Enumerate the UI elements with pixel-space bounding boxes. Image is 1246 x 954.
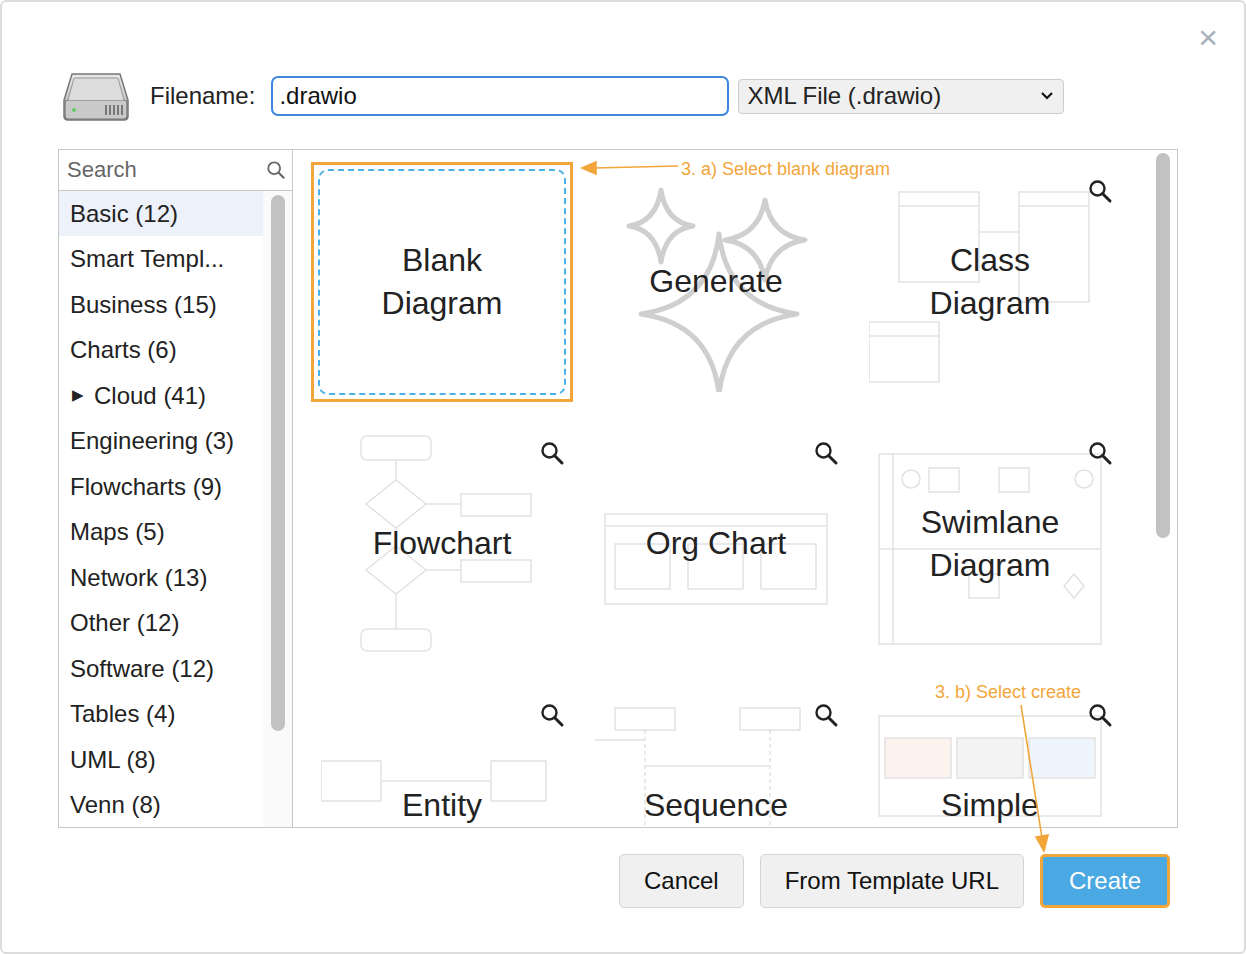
category-item[interactable]: Maps (5): [59, 509, 263, 555]
category-label: Flowcharts (9): [70, 469, 222, 505]
template-label: Class Diagram: [895, 239, 1085, 325]
filename-input[interactable]: [271, 76, 729, 116]
drive-icon: [62, 70, 130, 122]
button-row: Cancel From Template URL Create: [58, 854, 1178, 908]
dialog-button[interactable]: Create: [1040, 854, 1170, 908]
template-preview: [869, 434, 1111, 654]
annotation-label: 3. a) Select blank diagram: [681, 156, 890, 183]
category-label: Smart Templ...: [70, 241, 224, 277]
template-panel: Basic (12) Smart Templ... Business (15) Cha…: [58, 149, 1178, 828]
annotation-label: 3. b) Select create: [935, 679, 1081, 706]
filename-row: Filename: XML File (.drawio): [58, 75, 1178, 117]
format-select[interactable]: XML File (.drawio): [738, 79, 1064, 114]
category-item[interactable]: Tables (4): [59, 691, 263, 737]
dialog-button[interactable]: From Template URL: [760, 854, 1024, 908]
scrollbar-thumb[interactable]: [1156, 153, 1170, 538]
template-label: Generate: [649, 260, 782, 303]
template-grid: Blank Diagram Generate Class Diagram Flowch…: [293, 150, 1153, 827]
magnifier-icon[interactable]: [539, 440, 565, 466]
template-label: Flowchart: [373, 522, 512, 565]
template-preview: [869, 172, 1111, 392]
magnifier-icon[interactable]: [813, 702, 839, 728]
new-diagram-dialog: × Filename: XML File (.drawio) Basic (12) Sm…: [0, 0, 1246, 954]
category-item[interactable]: Charts (6): [59, 327, 263, 373]
category-item[interactable]: Smart Templ...: [59, 236, 263, 282]
search-input[interactable]: [65, 152, 266, 187]
chevron-down-icon: [1039, 90, 1055, 102]
magnifier-icon[interactable]: [1087, 440, 1113, 466]
category-label: Cloud (41): [94, 378, 206, 414]
template-label: Simple: [941, 784, 1039, 827]
category-list: Basic (12) Smart Templ... Business (15) Cha…: [59, 191, 263, 827]
magnifier-icon[interactable]: [539, 702, 565, 728]
annotation-arrows: [2, 2, 1246, 954]
category-label: Network (13): [70, 560, 207, 596]
category-label: Charts (6): [70, 332, 177, 368]
template-tile[interactable]: Simple: [859, 686, 1121, 827]
category-item[interactable]: Network (13): [59, 555, 263, 601]
category-item[interactable]: Software (12): [59, 646, 263, 692]
category-label: Engineering (3): [70, 423, 234, 459]
template-tile[interactable]: Sequence: [585, 686, 847, 827]
template-label: Sequence: [644, 784, 788, 827]
grid-scrollbar[interactable]: [1153, 150, 1177, 827]
filename-label: Filename:: [150, 78, 255, 114]
magnifier-icon[interactable]: [813, 440, 839, 466]
template-tile[interactable]: Generate: [585, 162, 847, 402]
template-tile[interactable]: Blank Diagram: [311, 162, 573, 402]
template-tile[interactable]: Entity: [311, 686, 573, 827]
template-tile[interactable]: Class Diagram: [859, 162, 1121, 402]
template-label: Entity: [402, 784, 482, 827]
category-label: Software (12): [70, 651, 214, 687]
template-tile[interactable]: Org Chart: [585, 424, 847, 664]
template-tile[interactable]: Swimlane Diagram: [859, 424, 1121, 664]
sidebar-scrollbar[interactable]: [263, 191, 292, 827]
category-item[interactable]: ▶ Cloud (41): [59, 373, 263, 419]
category-label: Venn (8): [70, 787, 161, 823]
category-item[interactable]: Venn (8): [59, 782, 263, 827]
category-item[interactable]: UML (8): [59, 737, 263, 783]
template-label: Blank Diagram: [347, 239, 537, 325]
category-label: UML (8): [70, 742, 156, 778]
category-sidebar: Basic (12) Smart Templ... Business (15) Cha…: [59, 150, 293, 827]
category-scroll: Basic (12) Smart Templ... Business (15) Cha…: [59, 191, 292, 827]
blank-outline: [318, 169, 566, 395]
category-label: Basic (12): [70, 196, 178, 232]
scrollbar-thumb[interactable]: [271, 195, 285, 731]
category-label: Business (15): [70, 287, 217, 323]
search-box: [59, 150, 292, 191]
category-item[interactable]: Flowcharts (9): [59, 464, 263, 510]
magnifier-icon[interactable]: [1087, 178, 1113, 204]
category-item[interactable]: Other (12): [59, 600, 263, 646]
category-item[interactable]: Business (15): [59, 282, 263, 328]
expand-arrow[interactable]: ▶: [72, 384, 84, 407]
template-label: Swimlane Diagram: [895, 501, 1085, 587]
template-tile[interactable]: Flowchart: [311, 424, 573, 664]
category-label: Other (12): [70, 605, 179, 641]
category-label: Tables (4): [70, 696, 175, 732]
category-label: Maps (5): [70, 514, 165, 550]
dialog-button[interactable]: Cancel: [619, 854, 744, 908]
magnifier-icon[interactable]: [1087, 702, 1113, 728]
template-grid-area: Blank Diagram Generate Class Diagram Flowch…: [293, 150, 1153, 827]
template-label: Org Chart: [646, 522, 786, 565]
close-button[interactable]: ×: [1198, 20, 1218, 54]
search-icon: [266, 159, 286, 181]
category-item[interactable]: Engineering (3): [59, 418, 263, 464]
category-item[interactable]: Basic (12): [59, 191, 263, 237]
format-value: XML File (.drawio): [747, 78, 941, 114]
